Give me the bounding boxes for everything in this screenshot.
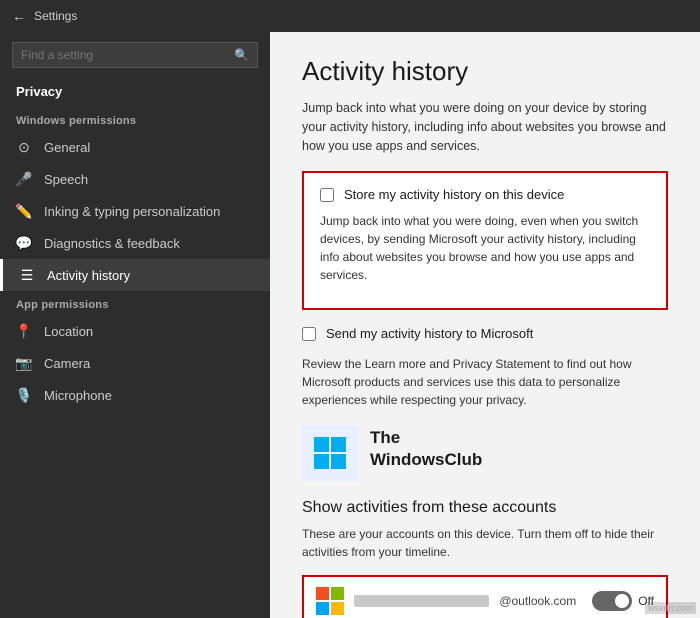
diagnostics-icon: 💬 — [16, 235, 32, 251]
content-area: Activity history Jump back into what you… — [270, 32, 700, 618]
send-history-checkbox[interactable] — [302, 327, 316, 341]
windows-logo-icon — [314, 437, 346, 469]
sidebar-item-diagnostics[interactable]: 💬 Diagnostics & feedback — [0, 227, 270, 259]
show-activities-desc: These are your accounts on this device. … — [302, 525, 668, 561]
privacy-text: Review the Learn more and Privacy Statem… — [302, 355, 668, 409]
sidebar-item-label: Inking & typing personalization — [44, 204, 220, 219]
wsxdn-watermark: wsxdn.com — [645, 602, 696, 614]
main-layout: 🔍 Privacy Windows permissions ⊙ General … — [0, 32, 700, 618]
ms-logo-q1 — [316, 587, 329, 600]
sidebar-item-camera[interactable]: 📷 Camera — [0, 347, 270, 379]
checkbox2-label: Send my activity history to Microsoft — [326, 326, 533, 341]
sidebar-item-general[interactable]: ⊙ General — [0, 131, 270, 163]
store-history-checkbox[interactable] — [320, 188, 334, 202]
microphone-icon: 🎙️ — [16, 387, 32, 403]
sidebar-item-label: Microphone — [44, 388, 112, 403]
show-activities-title: Show activities from these accounts — [302, 499, 668, 517]
title-bar-title: Settings — [34, 9, 77, 23]
sidebar-item-label: Camera — [44, 356, 90, 371]
location-icon: 📍 — [16, 323, 32, 339]
intro-description: Jump back into what you were doing on yo… — [302, 99, 668, 155]
account-email: @outlook.com — [499, 594, 576, 608]
title-bar: ← Settings — [0, 0, 700, 32]
account-toggle[interactable] — [592, 591, 632, 611]
sidebar-item-label: Location — [44, 324, 93, 339]
inking-icon: ✏️ — [16, 203, 32, 219]
info-box-text: Jump back into what you were doing, even… — [320, 212, 650, 284]
activity-icon: ☰ — [19, 267, 35, 283]
ms-logo-q2 — [331, 587, 344, 600]
camera-icon: 📷 — [16, 355, 32, 371]
microsoft-logo — [316, 587, 344, 615]
sidebar-item-label: General — [44, 140, 90, 155]
sidebar-item-microphone[interactable]: 🎙️ Microphone — [0, 379, 270, 411]
sidebar: 🔍 Privacy Windows permissions ⊙ General … — [0, 32, 270, 618]
privacy-label: Privacy — [0, 78, 270, 107]
sidebar-item-location[interactable]: 📍 Location — [0, 315, 270, 347]
ms-logo-q4 — [331, 602, 344, 615]
watermark-text: The WindowsClub — [370, 427, 482, 471]
account-email-bar — [354, 595, 489, 607]
checkbox2-row[interactable]: Send my activity history to Microsoft — [302, 326, 668, 341]
store-history-box: Store my activity history on this device… — [302, 171, 668, 310]
sidebar-item-label: Speech — [44, 172, 88, 187]
search-input[interactable] — [21, 48, 228, 62]
search-icon: 🔍 — [234, 48, 249, 62]
windows-permissions-label: Windows permissions — [0, 107, 270, 131]
account-toggle-box: @outlook.com Off — [302, 575, 668, 618]
app-permissions-label: App permissions — [0, 291, 270, 315]
sidebar-item-inking[interactable]: ✏️ Inking & typing personalization — [0, 195, 270, 227]
page-title: Activity history — [302, 56, 668, 87]
search-box[interactable]: 🔍 — [12, 42, 258, 68]
general-icon: ⊙ — [16, 139, 32, 155]
sidebar-item-activity[interactable]: ☰ Activity history — [0, 259, 270, 291]
checkbox1-label: Store my activity history on this device — [344, 187, 564, 202]
ms-logo-q3 — [316, 602, 329, 615]
sidebar-item-speech[interactable]: 🎤 Speech — [0, 163, 270, 195]
sidebar-item-label: Diagnostics & feedback — [44, 236, 180, 251]
watermark-area: The WindowsClub — [302, 425, 668, 485]
back-button[interactable]: ← — [12, 8, 26, 24]
sidebar-item-label: Activity history — [47, 268, 130, 283]
checkbox1-row[interactable]: Store my activity history on this device — [320, 187, 650, 202]
speech-icon: 🎤 — [16, 171, 32, 187]
watermark-box — [302, 425, 358, 481]
